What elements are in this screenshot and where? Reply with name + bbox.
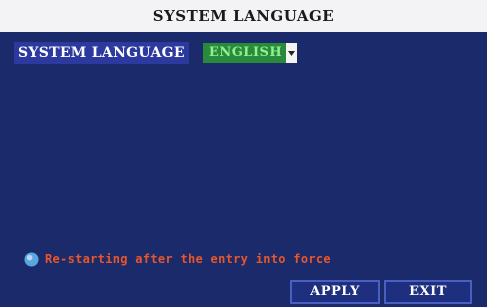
system-language-row: SYSTEM LANGUAGE ENGLISH xyxy=(14,42,298,64)
language-dropdown[interactable]: ENGLISH xyxy=(202,43,298,63)
language-settings-screen: SYSTEM LANGUAGE SYSTEM LANGUAGE ENGLISH … xyxy=(0,0,487,307)
language-dropdown-value: ENGLISH xyxy=(208,45,283,60)
chevron-down-icon[interactable] xyxy=(286,43,298,63)
exit-button[interactable]: EXIT xyxy=(384,280,472,304)
restart-notice-text: Re-starting after the entry into force xyxy=(45,252,331,266)
window-title: SYSTEM LANGUAGE xyxy=(0,0,487,32)
info-icon xyxy=(24,251,39,267)
restart-notice: Re-starting after the entry into force xyxy=(24,248,331,270)
apply-button[interactable]: APPLY xyxy=(290,280,380,304)
system-language-label: SYSTEM LANGUAGE xyxy=(14,42,189,64)
